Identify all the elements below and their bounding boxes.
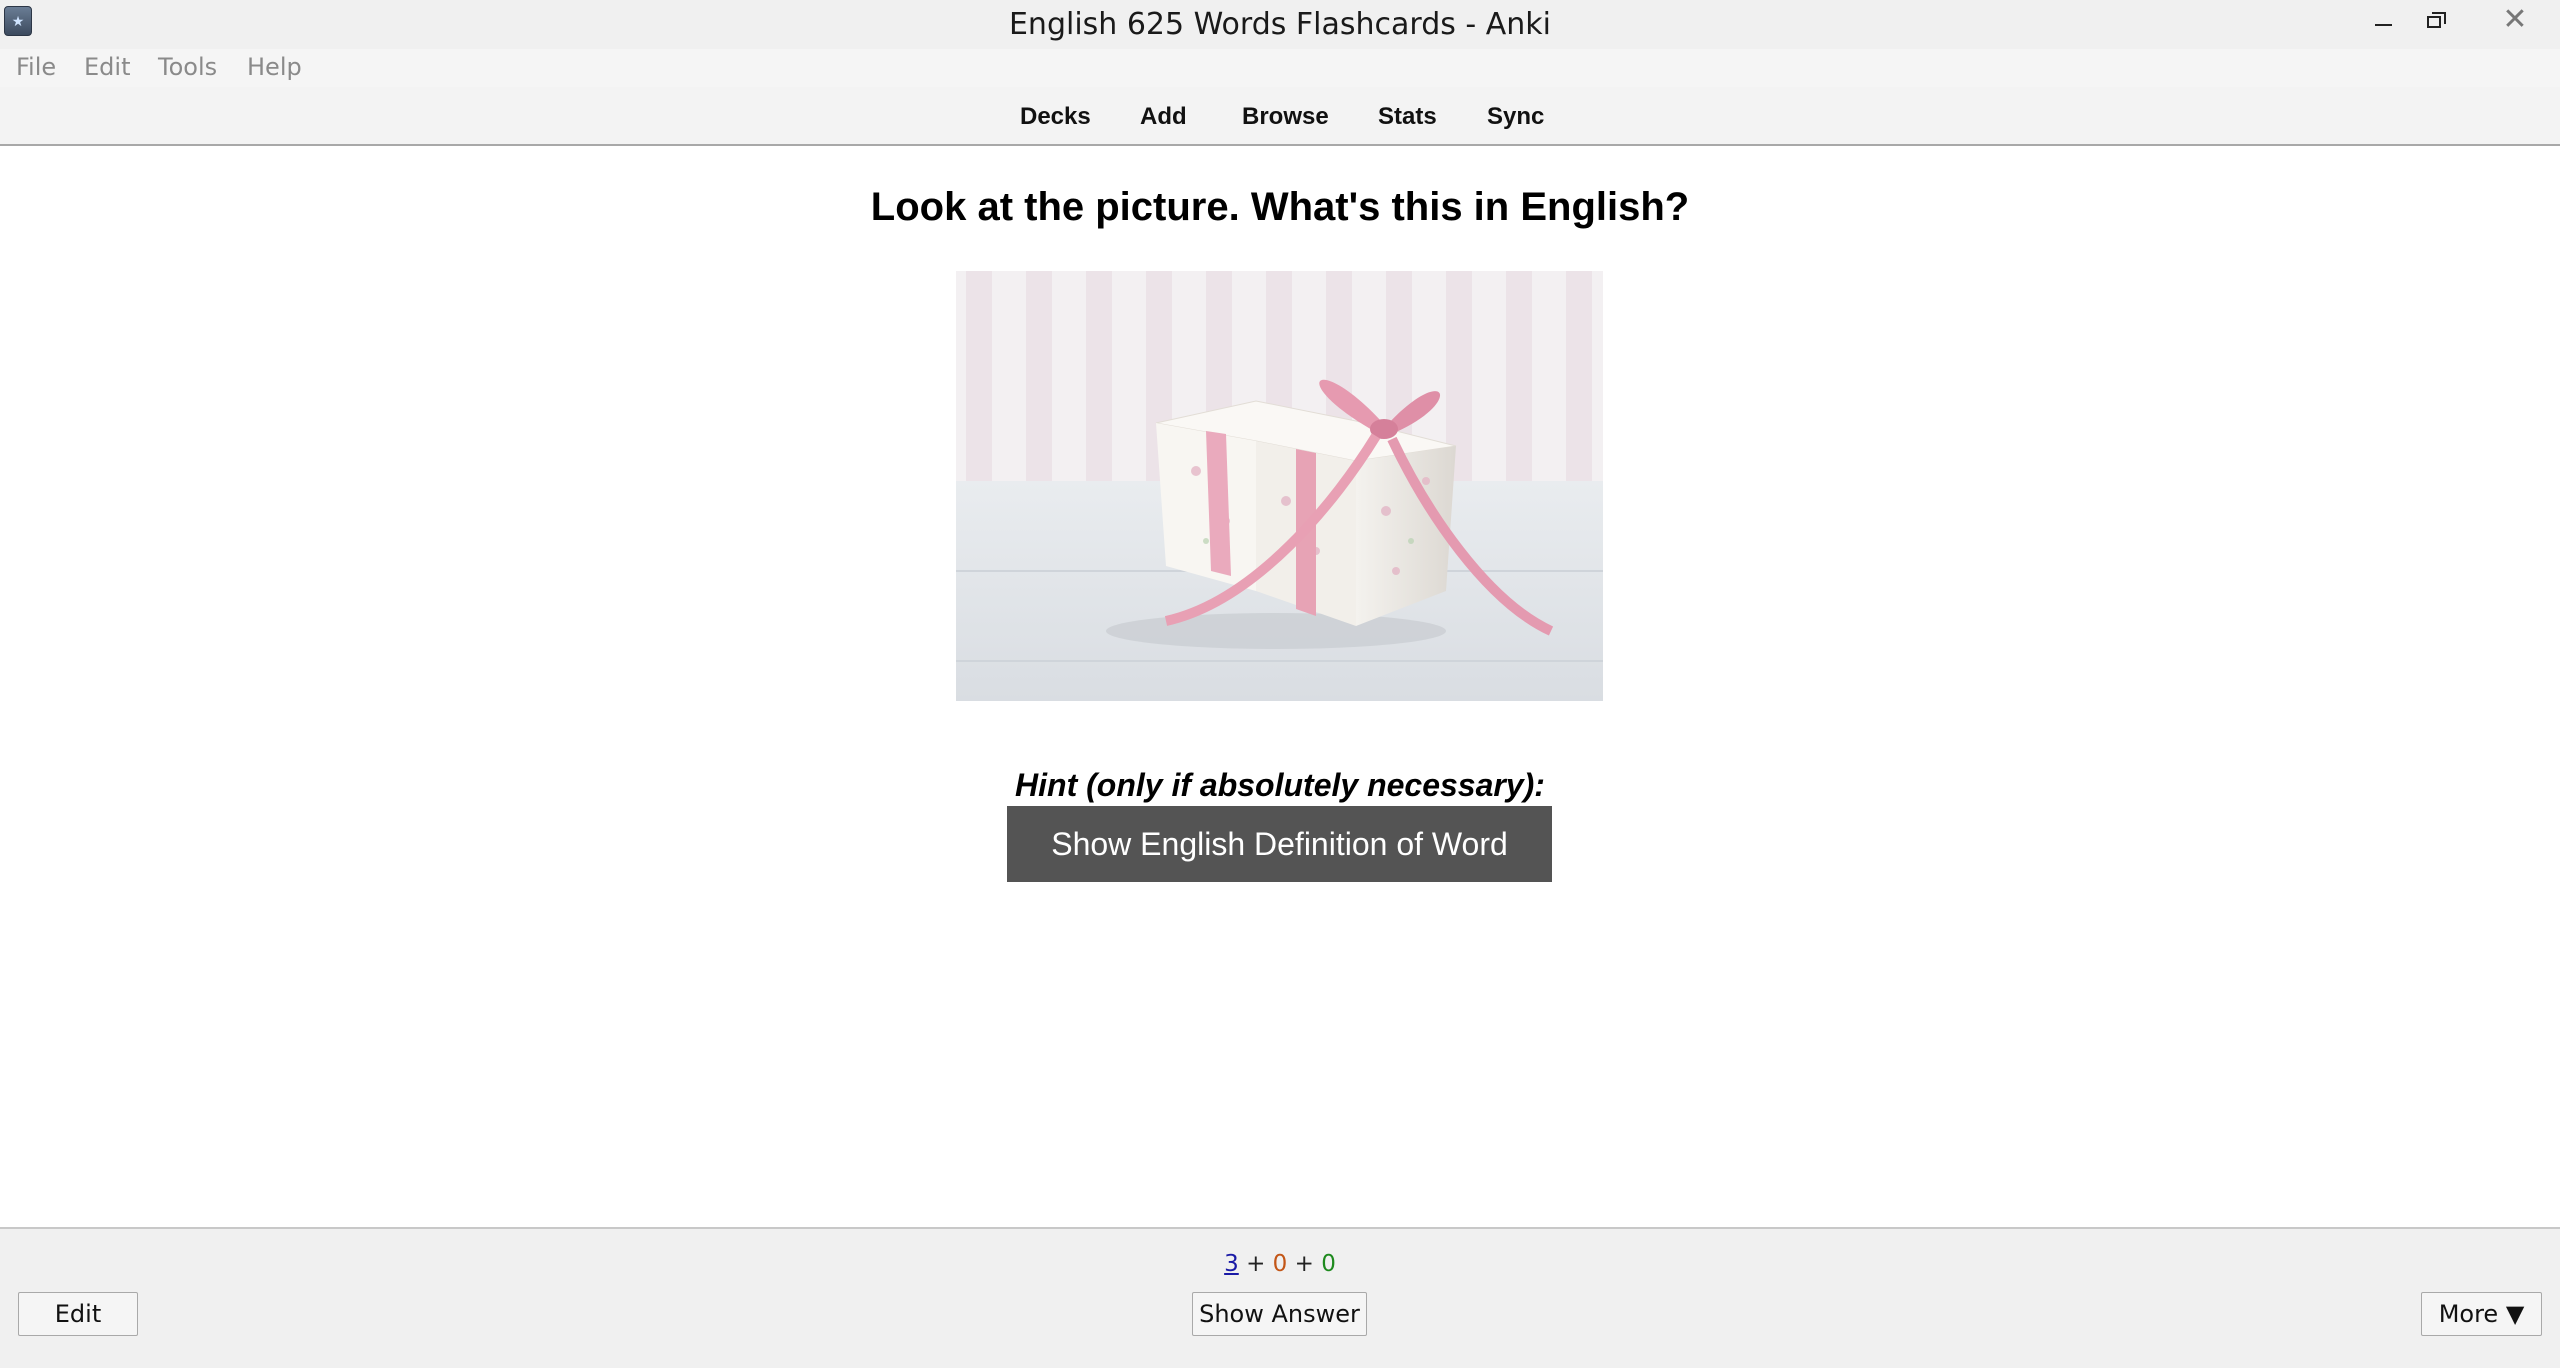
hint-label: Hint (only if absolutely necessary): xyxy=(1015,767,1545,803)
minimize-button[interactable] xyxy=(2358,0,2410,44)
card-picture xyxy=(956,271,1603,701)
minimize-icon xyxy=(2375,24,2392,26)
toolbar-decks[interactable]: Decks xyxy=(1020,103,1091,131)
card-review-area: Look at the picture. What's this in Engl… xyxy=(0,147,2560,1227)
restore-button[interactable] xyxy=(2410,0,2462,44)
menu-edit[interactable]: Edit xyxy=(84,53,130,81)
new-count[interactable]: 3 xyxy=(1224,1251,1239,1277)
menu-bar: File Edit Tools Help xyxy=(0,49,2560,87)
toolbar-add[interactable]: Add xyxy=(1140,103,1187,131)
close-button[interactable]: ✕ xyxy=(2480,0,2550,44)
review-count: 0 xyxy=(1321,1251,1336,1277)
more-button[interactable]: More ▼ xyxy=(2421,1292,2542,1336)
edit-button[interactable]: Edit xyxy=(18,1292,138,1336)
toolbar-stats[interactable]: Stats xyxy=(1378,103,1437,131)
card-question: Look at the picture. What's this in Engl… xyxy=(870,185,1690,229)
close-icon: ✕ xyxy=(2502,3,2528,36)
show-answer-button[interactable]: Show Answer xyxy=(1192,1292,1367,1336)
toolbar-sync[interactable]: Sync xyxy=(1487,103,1544,131)
title-bar: ★ English 625 Words Flashcards - Anki ✕ xyxy=(0,0,2560,49)
menu-tools[interactable]: Tools xyxy=(158,53,217,81)
bottom-bar: 3 + 0 + 0 Edit Show Answer More ▼ xyxy=(0,1227,2560,1368)
gift-box-image xyxy=(956,271,1603,701)
toolbar-browse[interactable]: Browse xyxy=(1242,103,1329,131)
due-counts: 3 + 0 + 0 xyxy=(1224,1251,1336,1277)
menu-file[interactable]: File xyxy=(16,53,56,81)
learning-count: 0 xyxy=(1272,1251,1288,1277)
show-definition-button[interactable]: Show English Definition of Word xyxy=(1007,806,1552,882)
window-title: English 625 Words Flashcards - Anki xyxy=(1008,7,1552,42)
menu-help[interactable]: Help xyxy=(247,53,302,81)
main-toolbar: Decks Add Browse Stats Sync xyxy=(0,87,2560,146)
